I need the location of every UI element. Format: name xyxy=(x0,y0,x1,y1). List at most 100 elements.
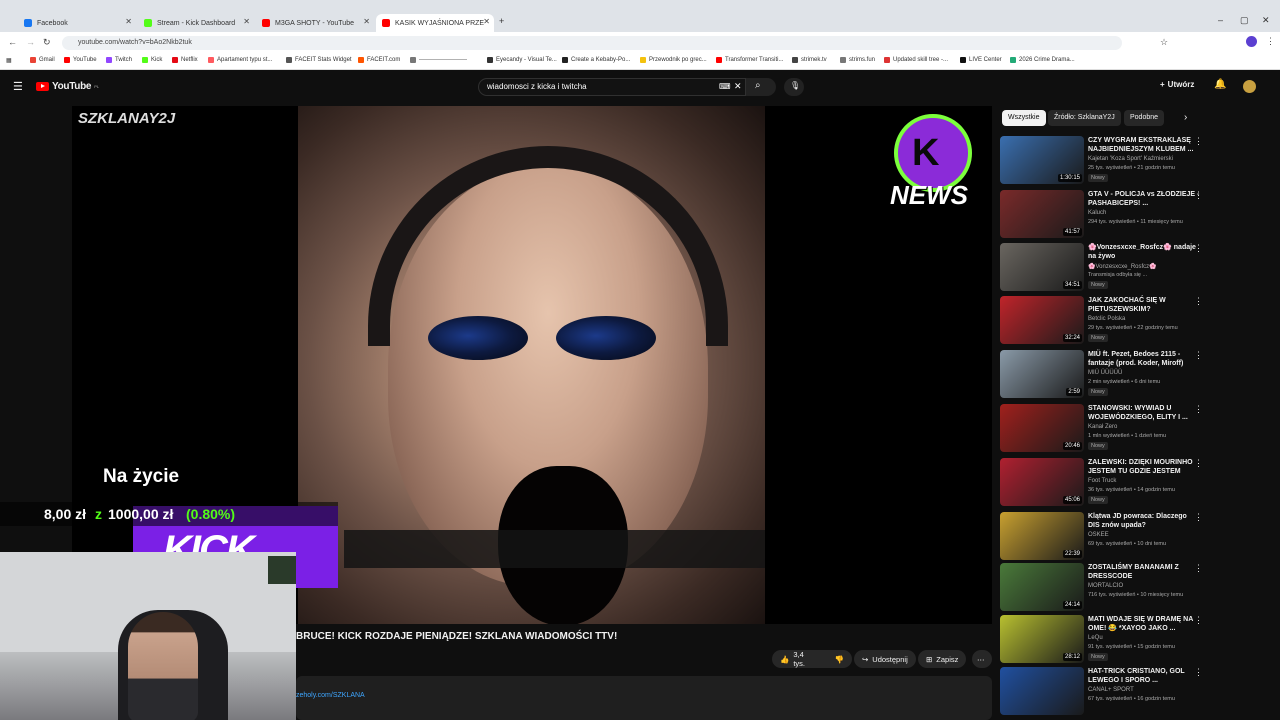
create-button[interactable]: + Utwórz xyxy=(1160,80,1194,89)
bookmark-star-icon[interactable]: ☆ xyxy=(1160,37,1168,48)
recommendation-item[interactable]: 45:06 ZALEWSKI: DZIĘKI MOURINHO JESTEM TU… xyxy=(1000,458,1270,508)
tab-m3ga-shoty[interactable]: M3GA SHOTY - YouTube ✕ xyxy=(256,14,374,32)
bookmark-faceit[interactable]: FACEIT.com xyxy=(358,57,400,63)
recommendation-title[interactable]: 🌸Vonzesxcxe_Rosfcz🌸 nadaje na żywo xyxy=(1088,243,1200,261)
bookmark-skill-tree[interactable]: Updated skill tree -... xyxy=(884,57,948,63)
recommendation-title[interactable]: CZY WYGRAM EKSTRAKLASĘ NAJBIEDNIEJSZYM K… xyxy=(1088,136,1200,154)
recommendation-title[interactable]: Klątwa JD powraca: Dlaczego DIS znów upa… xyxy=(1088,512,1200,530)
recommendation-item[interactable]: 22:39 Klątwa JD powraca: Dlaczego DIS znó… xyxy=(1000,512,1270,562)
close-icon[interactable]: ✕ xyxy=(483,17,490,26)
more-options-icon[interactable]: ⋮ xyxy=(1194,350,1203,361)
profile-avatar[interactable] xyxy=(1246,36,1257,47)
video-thumbnail[interactable]: 1:30:15 xyxy=(1000,136,1084,184)
video-thumbnail[interactable]: 22:39 xyxy=(1000,512,1084,560)
chip-source[interactable]: Źródło: SzklanaY2J xyxy=(1048,110,1121,126)
like-icon[interactable]: 👍 xyxy=(780,655,789,664)
menu-icon[interactable]: ⋮ xyxy=(1266,36,1275,47)
recommendation-item[interactable]: HAT-TRICK CRISTIANO, GOL LEWEGO I SPORO … xyxy=(1000,667,1270,717)
more-options-icon[interactable]: ⋮ xyxy=(1194,563,1203,574)
recommendation-title[interactable]: STANOWSKI: WYWIAD U WOJEWÓDZKIEGO, ELITY… xyxy=(1088,404,1200,422)
recommendation-item[interactable]: 41:57 GTA V - POLICJA vs ZŁODZIEJE - PASH… xyxy=(1000,190,1270,240)
bookmark-kebaby[interactable]: Create a Kebaby-Po... xyxy=(562,57,630,63)
video-thumbnail[interactable]: 32:24 xyxy=(1000,296,1084,344)
save-button[interactable]: ⊞ Zapisz xyxy=(918,650,966,668)
search-input[interactable]: wiadomosci z kicka i twitcha ⌨ ✕ xyxy=(478,78,746,96)
more-actions-button[interactable]: ⋯ xyxy=(972,650,992,668)
minimize-icon[interactable]: – xyxy=(1218,15,1223,25)
recommendation-channel[interactable]: OSKEE xyxy=(1088,532,1109,538)
back-icon[interactable]: ← xyxy=(8,37,17,47)
bookmark-youtube[interactable]: YouTube xyxy=(64,57,97,63)
video-thumbnail[interactable]: 34:51 xyxy=(1000,243,1084,291)
bookmark-gmail[interactable]: Gmail xyxy=(30,57,55,63)
more-options-icon[interactable]: ⋮ xyxy=(1194,667,1203,678)
more-options-icon[interactable]: ⋮ xyxy=(1194,458,1203,469)
recommendation-item[interactable]: 34:51 🌸Vonzesxcxe_Rosfcz🌸 nadaje na żywo 🌸… xyxy=(1000,243,1270,293)
voice-search-button[interactable]: 🎙 xyxy=(784,78,804,96)
bookmark-strimek[interactable]: strimek.tv xyxy=(792,57,827,63)
recommendation-item[interactable]: 32:24 JAK ZAKOCHAĆ SIĘ W PIETUSZEWSKIM? Be… xyxy=(1000,296,1270,346)
more-options-icon[interactable]: ⋮ xyxy=(1194,136,1203,147)
recommendation-title[interactable]: GTA V - POLICJA vs ZŁODZIEJE - PASHABICE… xyxy=(1088,190,1200,208)
bookmark-netflix[interactable]: Netflix xyxy=(172,57,198,63)
recommendation-title[interactable]: ZOSTALIŚMY BANANAMI Z DRESSCODE xyxy=(1088,563,1200,581)
close-icon[interactable]: ✕ xyxy=(125,17,132,26)
recommendation-title[interactable]: MIÜ ft. Pezet, Bedoes 2115 - fantazje (p… xyxy=(1088,350,1200,368)
recommendation-item[interactable]: 20:46 STANOWSKI: WYWIAD U WOJEWÓDZKIEGO, … xyxy=(1000,404,1270,454)
description-box[interactable]: zeholy.com/SZKLANA xyxy=(296,676,992,720)
youtube-logo[interactable]: YouTube PL xyxy=(36,81,99,92)
tab-facebook[interactable]: Facebook ✕ xyxy=(18,14,136,32)
recommendation-item[interactable]: 2:59 MIÜ ft. Pezet, Bedoes 2115 - fantazj… xyxy=(1000,350,1270,400)
bookmark-live-center[interactable]: LIVE Center xyxy=(960,57,1002,63)
video-thumbnail[interactable]: 41:57 xyxy=(1000,190,1084,238)
recommendation-channel[interactable]: Kaluch xyxy=(1088,210,1106,216)
more-options-icon[interactable]: ⋮ xyxy=(1194,615,1203,626)
video-thumbnail[interactable]: 45:06 xyxy=(1000,458,1084,506)
chip-all[interactable]: Wszystkie xyxy=(1002,110,1046,126)
keyboard-icon[interactable]: ⌨ xyxy=(719,82,731,91)
window-close-icon[interactable]: ✕ xyxy=(1262,15,1270,26)
recommendation-channel[interactable]: 🌸Vonzesxcxe_Rosfcz🌸 xyxy=(1088,263,1157,270)
clear-search-icon[interactable]: ✕ xyxy=(734,81,742,92)
maximize-icon[interactable]: ▢ xyxy=(1240,15,1249,26)
video-thumbnail[interactable] xyxy=(1000,667,1084,715)
recommendation-item[interactable]: 28:12 MATI WDAJE SIĘ W DRAMĘ NA OME! 😂 *X… xyxy=(1000,615,1270,665)
more-options-icon[interactable]: ⋮ xyxy=(1194,512,1203,523)
video-thumbnail[interactable]: 2:59 xyxy=(1000,350,1084,398)
bookmark-strims[interactable]: strims.fun xyxy=(840,57,875,63)
bookmark-faceit-stats[interactable]: FACEIT Stats Widget xyxy=(286,57,352,63)
more-options-icon[interactable]: ⋮ xyxy=(1194,404,1203,415)
hamburger-menu-icon[interactable]: ☰ xyxy=(13,80,23,93)
recommendation-channel[interactable]: MORTALCIO xyxy=(1088,583,1123,589)
recommendation-channel[interactable]: CANAL+ SPORT xyxy=(1088,687,1134,693)
chip-related[interactable]: Podobne xyxy=(1124,110,1165,126)
more-options-icon[interactable]: ⋮ xyxy=(1194,190,1203,201)
recommendation-channel[interactable]: Kanał Zero xyxy=(1088,424,1117,430)
close-icon[interactable]: ✕ xyxy=(363,17,370,26)
new-tab-icon[interactable]: + xyxy=(499,16,504,26)
bookmark-eyecandy[interactable]: Eyecandy - Visual Te... xyxy=(487,57,557,63)
bookmark-dashes[interactable]: ------------------------ xyxy=(410,57,467,63)
more-options-icon[interactable]: ⋮ xyxy=(1194,296,1203,307)
forward-icon[interactable]: → xyxy=(26,37,35,47)
dislike-icon[interactable]: 👎 xyxy=(835,655,844,664)
recommendation-channel[interactable]: Betclic Polska xyxy=(1088,316,1125,322)
recommendation-item[interactable]: 1:30:15 CZY WYGRAM EKSTRAKLASĘ NAJBIEDNIE… xyxy=(1000,136,1270,186)
more-options-icon[interactable]: ⋮ xyxy=(1194,243,1203,254)
recommendation-title[interactable]: ZALEWSKI: DZIĘKI MOURINHO JESTEM TU GDZI… xyxy=(1088,458,1200,476)
bookmark-kick[interactable]: Kick xyxy=(142,57,162,63)
close-icon[interactable]: ✕ xyxy=(243,17,250,26)
reload-icon[interactable]: ↻ xyxy=(43,37,51,48)
bookmark-apartament[interactable]: Apartament typu st... xyxy=(208,57,272,63)
video-thumbnail[interactable]: 24:14 xyxy=(1000,563,1084,611)
video-thumbnail[interactable]: 28:12 xyxy=(1000,615,1084,663)
tab-active-video[interactable]: KASIK WYJAŚNIONA PRZE ✕ xyxy=(376,14,494,32)
bookmark-transformer[interactable]: Transformer Transiti... xyxy=(716,57,783,63)
search-button[interactable]: ⌕ xyxy=(746,78,776,96)
recommendation-channel[interactable]: Foot Truck xyxy=(1088,478,1116,484)
account-avatar[interactable] xyxy=(1243,80,1256,93)
recommendation-channel[interactable]: LeQu xyxy=(1088,635,1103,641)
notifications-bell-icon[interactable]: 🔔 xyxy=(1214,79,1226,90)
recommendation-title[interactable]: JAK ZAKOCHAĆ SIĘ W PIETUSZEWSKIM? xyxy=(1088,296,1200,314)
like-count[interactable]: 3,4 tys. xyxy=(793,650,816,668)
